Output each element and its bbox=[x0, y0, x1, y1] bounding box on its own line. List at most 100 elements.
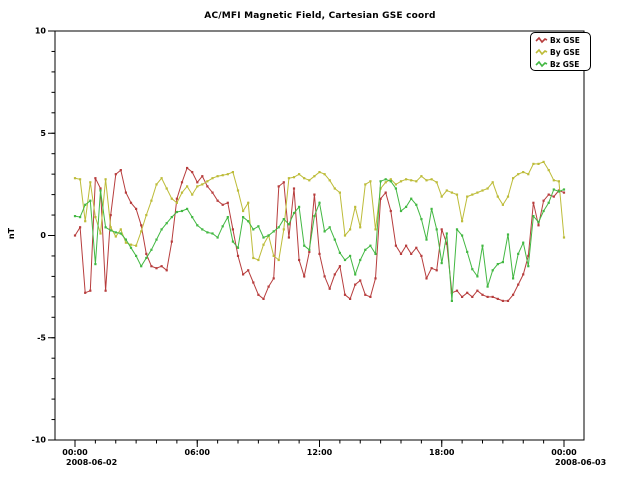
data-point-marker bbox=[558, 190, 560, 192]
data-point-marker bbox=[99, 189, 101, 191]
data-point-marker bbox=[217, 236, 219, 238]
data-point-marker bbox=[425, 239, 427, 241]
data-point-marker bbox=[313, 215, 315, 217]
data-point-marker bbox=[257, 225, 259, 227]
bz-line-sample-icon bbox=[535, 60, 548, 68]
data-point-marker bbox=[247, 269, 249, 271]
data-point-marker bbox=[257, 259, 259, 261]
data-point-marker bbox=[288, 236, 290, 238]
data-point-marker bbox=[548, 202, 550, 204]
data-point-marker bbox=[385, 178, 387, 180]
data-point-marker bbox=[344, 234, 346, 236]
data-point-marker bbox=[507, 300, 509, 302]
data-point-marker bbox=[99, 187, 101, 189]
data-point-marker bbox=[84, 292, 86, 294]
data-point-marker bbox=[507, 233, 509, 235]
data-point-marker bbox=[232, 228, 234, 230]
data-point-marker bbox=[135, 245, 137, 247]
data-point-marker bbox=[94, 177, 96, 179]
data-point-marker bbox=[242, 210, 244, 212]
data-point-marker bbox=[110, 229, 112, 231]
data-point-marker bbox=[283, 218, 285, 220]
data-point-marker bbox=[135, 255, 137, 257]
data-point-marker bbox=[155, 267, 157, 269]
data-point-marker bbox=[543, 210, 545, 212]
series-line-bz bbox=[75, 179, 564, 301]
data-point-marker bbox=[166, 222, 168, 224]
data-point-marker bbox=[395, 245, 397, 247]
data-point-marker bbox=[313, 175, 315, 177]
data-point-marker bbox=[206, 231, 208, 233]
data-point-marker bbox=[410, 253, 412, 255]
data-point-marker bbox=[471, 296, 473, 298]
data-point-marker bbox=[227, 216, 229, 218]
data-point-marker bbox=[476, 275, 478, 277]
data-point-marker bbox=[74, 215, 76, 217]
data-point-marker bbox=[405, 178, 407, 180]
x-tick-label: 00:00 bbox=[62, 448, 88, 457]
data-point-marker bbox=[242, 273, 244, 275]
data-point-marker bbox=[354, 206, 356, 208]
data-point-marker bbox=[257, 294, 259, 296]
data-point-marker bbox=[400, 253, 402, 255]
data-point-marker bbox=[466, 196, 468, 198]
data-point-marker bbox=[94, 263, 96, 265]
data-point-marker bbox=[390, 178, 392, 180]
data-point-marker bbox=[497, 298, 499, 300]
data-point-marker bbox=[451, 300, 453, 302]
data-point-marker bbox=[232, 241, 234, 243]
data-point-marker bbox=[380, 180, 382, 182]
data-point-marker bbox=[191, 216, 193, 218]
data-point-marker bbox=[130, 202, 132, 204]
data-point-marker bbox=[329, 288, 331, 290]
data-point-marker bbox=[400, 180, 402, 182]
data-point-marker bbox=[74, 177, 76, 179]
data-point-marker bbox=[237, 247, 239, 249]
data-point-marker bbox=[369, 180, 371, 182]
data-point-marker bbox=[431, 178, 433, 180]
data-point-marker bbox=[487, 286, 489, 288]
data-point-marker bbox=[313, 194, 315, 196]
data-point-marker bbox=[441, 196, 443, 198]
data-point-marker bbox=[349, 228, 351, 230]
data-point-marker bbox=[171, 241, 173, 243]
data-point-marker bbox=[517, 253, 519, 255]
data-point-marker bbox=[456, 228, 458, 230]
data-point-marker bbox=[140, 224, 142, 226]
data-point-marker bbox=[252, 257, 254, 259]
data-point-marker bbox=[94, 216, 96, 218]
data-point-marker bbox=[217, 175, 219, 177]
data-point-marker bbox=[181, 181, 183, 183]
data-point-marker bbox=[125, 239, 127, 241]
data-point-marker bbox=[466, 292, 468, 294]
data-point-marker bbox=[247, 220, 249, 222]
data-point-marker bbox=[125, 192, 127, 194]
data-point-marker bbox=[502, 261, 504, 263]
data-point-marker bbox=[364, 183, 366, 185]
series-line-by bbox=[75, 162, 564, 260]
data-point-marker bbox=[176, 202, 178, 204]
data-point-marker bbox=[415, 204, 417, 206]
data-point-marker bbox=[150, 200, 152, 202]
data-point-marker bbox=[196, 181, 198, 183]
data-point-marker bbox=[227, 173, 229, 175]
data-point-marker bbox=[359, 259, 361, 261]
data-point-marker bbox=[476, 192, 478, 194]
data-point-marker bbox=[420, 255, 422, 257]
data-point-marker bbox=[497, 196, 499, 198]
data-point-marker bbox=[115, 235, 117, 237]
data-point-marker bbox=[517, 284, 519, 286]
y-tick-label: 10 bbox=[35, 27, 47, 36]
y-tick-label: 5 bbox=[40, 129, 46, 138]
data-point-marker bbox=[390, 210, 392, 212]
data-point-marker bbox=[441, 228, 443, 230]
data-point-marker bbox=[563, 192, 565, 194]
data-point-marker bbox=[217, 200, 219, 202]
data-point-marker bbox=[522, 242, 524, 244]
data-point-marker bbox=[206, 185, 208, 187]
data-point-marker bbox=[273, 277, 275, 279]
data-point-marker bbox=[481, 294, 483, 296]
data-point-marker bbox=[201, 183, 203, 185]
data-point-marker bbox=[431, 267, 433, 269]
x-tick-label: 18:00 bbox=[429, 448, 455, 457]
